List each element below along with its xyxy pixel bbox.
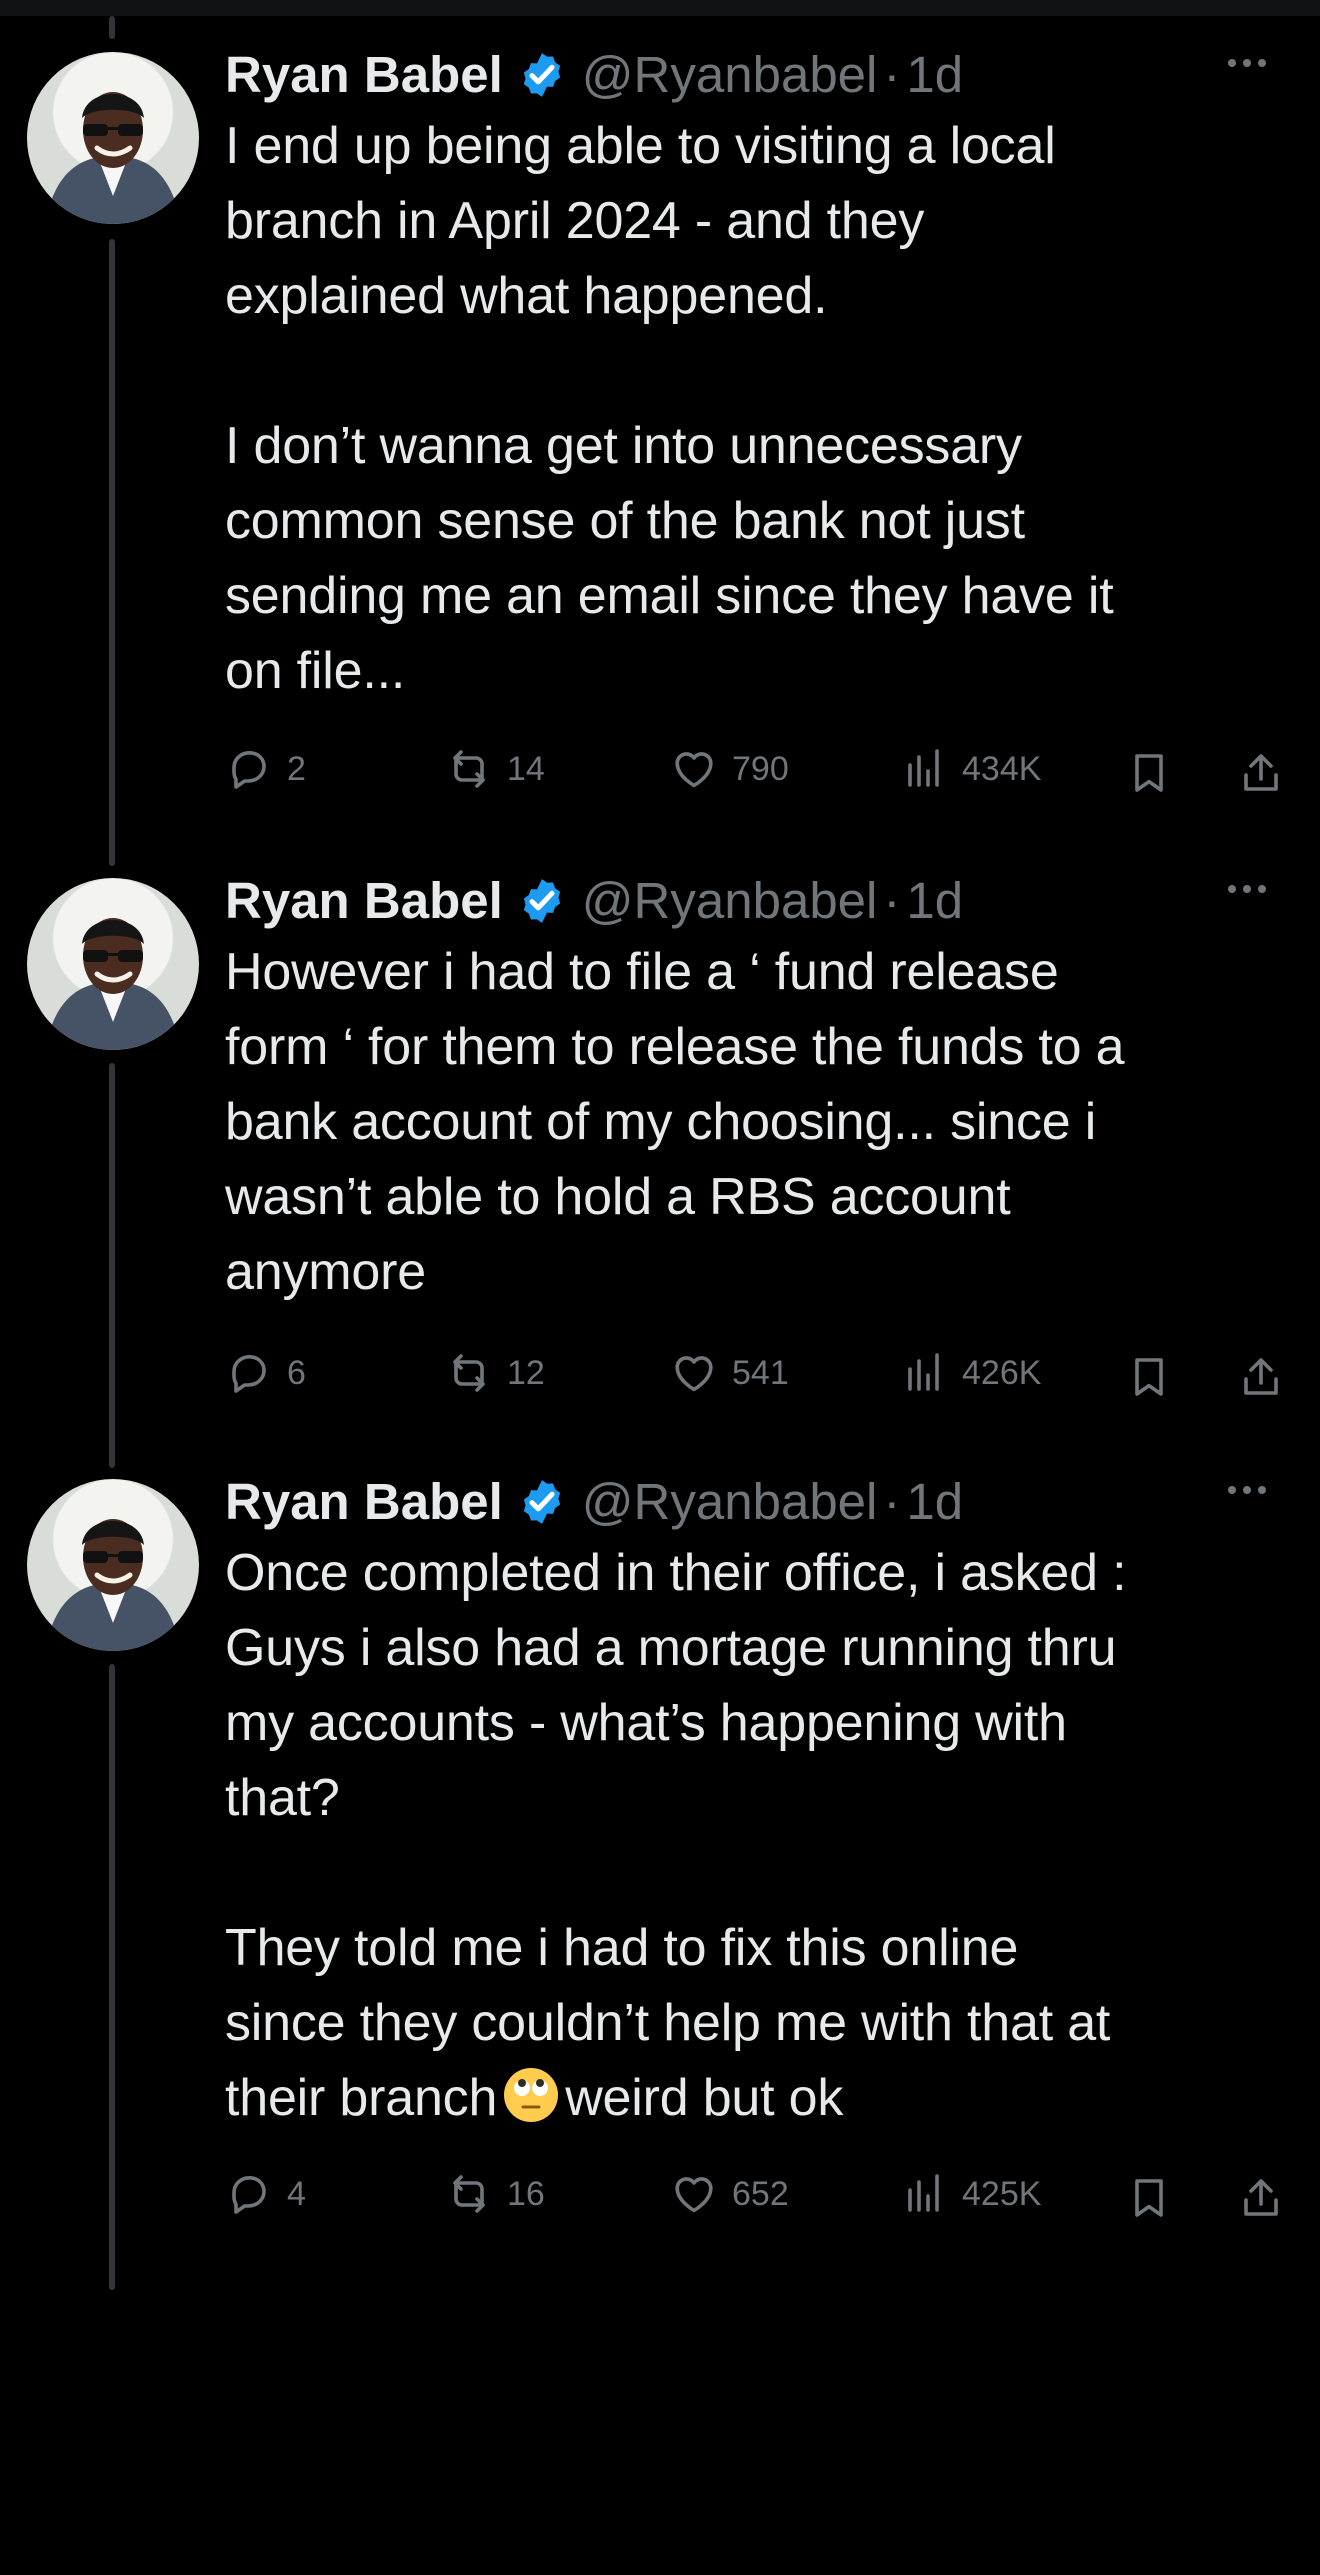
tweet-header: Ryan Babel @Ryanbabel · 1d xyxy=(225,1472,1265,1532)
tweet-header: Ryan Babel @Ryanbabel · 1d xyxy=(225,871,1265,931)
share-icon[interactable] xyxy=(1237,2174,1285,2222)
separator-dot: · xyxy=(883,872,901,929)
repost-button[interactable]: 14 xyxy=(445,745,545,793)
reply-icon xyxy=(232,2176,266,2214)
reply-count: 6 xyxy=(287,1353,306,1392)
tweet[interactable]: Ryan Babel @Ryanbabel · 1d I end up bein… xyxy=(0,0,1320,825)
author-name[interactable]: Ryan Babel xyxy=(225,45,503,105)
tweet-actions: 6 12 541 426K xyxy=(225,1349,1295,1409)
profile-photo xyxy=(45,918,181,1050)
repost-icon xyxy=(453,1354,485,1392)
more-options-icon[interactable] xyxy=(1226,53,1268,73)
tweet-actions xyxy=(225,2515,1295,2575)
views-icon xyxy=(908,2174,939,2212)
author-handle[interactable]: @Ryanbabel xyxy=(582,45,878,105)
views-icon xyxy=(908,1353,939,1391)
views-button[interactable]: 434K xyxy=(900,745,1041,793)
tweet-actions: 2 14 790 434K xyxy=(225,745,1295,805)
views-count: 434K xyxy=(962,749,1042,788)
profile-photo xyxy=(45,92,181,224)
bookmark-icon[interactable] xyxy=(1125,749,1173,797)
like-icon xyxy=(675,2177,713,2213)
tweet-actions: 4 16 652 425K xyxy=(225,2170,1295,2230)
like-button[interactable]: 790 xyxy=(670,745,789,793)
reply-icon xyxy=(232,1355,266,1393)
avatar[interactable] xyxy=(27,878,199,1050)
author-name[interactable]: Ryan Babel xyxy=(225,871,503,931)
tweet-header: Ryan Babel @Ryanbabel · 1d xyxy=(225,45,1265,105)
avatar[interactable] xyxy=(27,1479,199,1651)
repost-count: 12 xyxy=(507,1353,545,1392)
author-handle[interactable]: @Ryanbabel xyxy=(582,871,878,931)
tweet-text-after-emoji: weird but ok xyxy=(565,2069,844,2127)
avatar[interactable] xyxy=(27,52,199,224)
like-button[interactable]: 652 xyxy=(670,2170,789,2218)
tweet-time[interactable]: 1d xyxy=(906,871,963,931)
separator-dot: · xyxy=(883,1473,901,1530)
share-icon[interactable] xyxy=(1237,1353,1285,1401)
more-options-icon[interactable] xyxy=(1226,879,1268,899)
tweet-time[interactable]: 1d xyxy=(906,45,963,105)
repost-button[interactable]: 16 xyxy=(445,2170,545,2218)
share-icon[interactable] xyxy=(1237,749,1285,797)
views-count: 425K xyxy=(962,2174,1042,2213)
rolling-eyes-emoji-icon xyxy=(504,2068,559,2122)
reply-button[interactable]: 2 xyxy=(225,745,306,793)
reply-button[interactable]: 6 xyxy=(225,1349,306,1397)
verified-badge-icon xyxy=(523,53,560,97)
views-button[interactable]: 425K xyxy=(900,2170,1041,2218)
tweet-text: I end up being able to visiting a local … xyxy=(225,117,1114,700)
like-count: 541 xyxy=(732,1353,789,1392)
bookmark-icon[interactable] xyxy=(1125,2174,1173,2222)
repost-icon xyxy=(453,750,485,788)
bookmark-icon[interactable] xyxy=(1125,1353,1173,1401)
like-count: 790 xyxy=(732,749,789,788)
repost-count: 14 xyxy=(507,749,545,788)
reply-count: 2 xyxy=(287,749,306,788)
reply-count: 4 xyxy=(287,2174,306,2213)
verified-badge-icon xyxy=(523,879,560,923)
reply-icon xyxy=(232,751,266,789)
like-icon xyxy=(675,752,713,788)
tweet-text-wrapper: Once completed in their office, i asked … xyxy=(225,1536,1265,2136)
reply-button[interactable]: 4 xyxy=(225,2170,306,2218)
tweet[interactable]: Ryan Babel @Ryanbabel · 1d However i had… xyxy=(0,825,1320,1425)
views-button[interactable]: 426K xyxy=(900,1349,1041,1397)
tweet-text: However i had to file a ‘ fund release f… xyxy=(225,943,1125,1301)
views-count: 426K xyxy=(962,1353,1042,1392)
like-icon xyxy=(675,1356,713,1392)
repost-icon xyxy=(453,2175,485,2213)
repost-count: 16 xyxy=(507,2174,545,2213)
views-icon xyxy=(908,749,939,787)
repost-button[interactable]: 12 xyxy=(445,1349,545,1397)
tweet-time[interactable]: 1d xyxy=(906,1472,963,1532)
more-options-icon[interactable] xyxy=(1226,1480,1268,1500)
verified-badge-icon xyxy=(523,1480,560,1524)
profile-photo xyxy=(45,1519,181,1651)
like-count: 652 xyxy=(732,2174,789,2213)
author-handle[interactable]: @Ryanbabel xyxy=(582,1472,878,1532)
tweet-text: Once completed in their office, i asked … xyxy=(225,1544,1127,2127)
author-name[interactable]: Ryan Babel xyxy=(225,1472,503,1532)
separator-dot: · xyxy=(883,46,901,103)
like-button[interactable]: 541 xyxy=(670,1349,789,1397)
